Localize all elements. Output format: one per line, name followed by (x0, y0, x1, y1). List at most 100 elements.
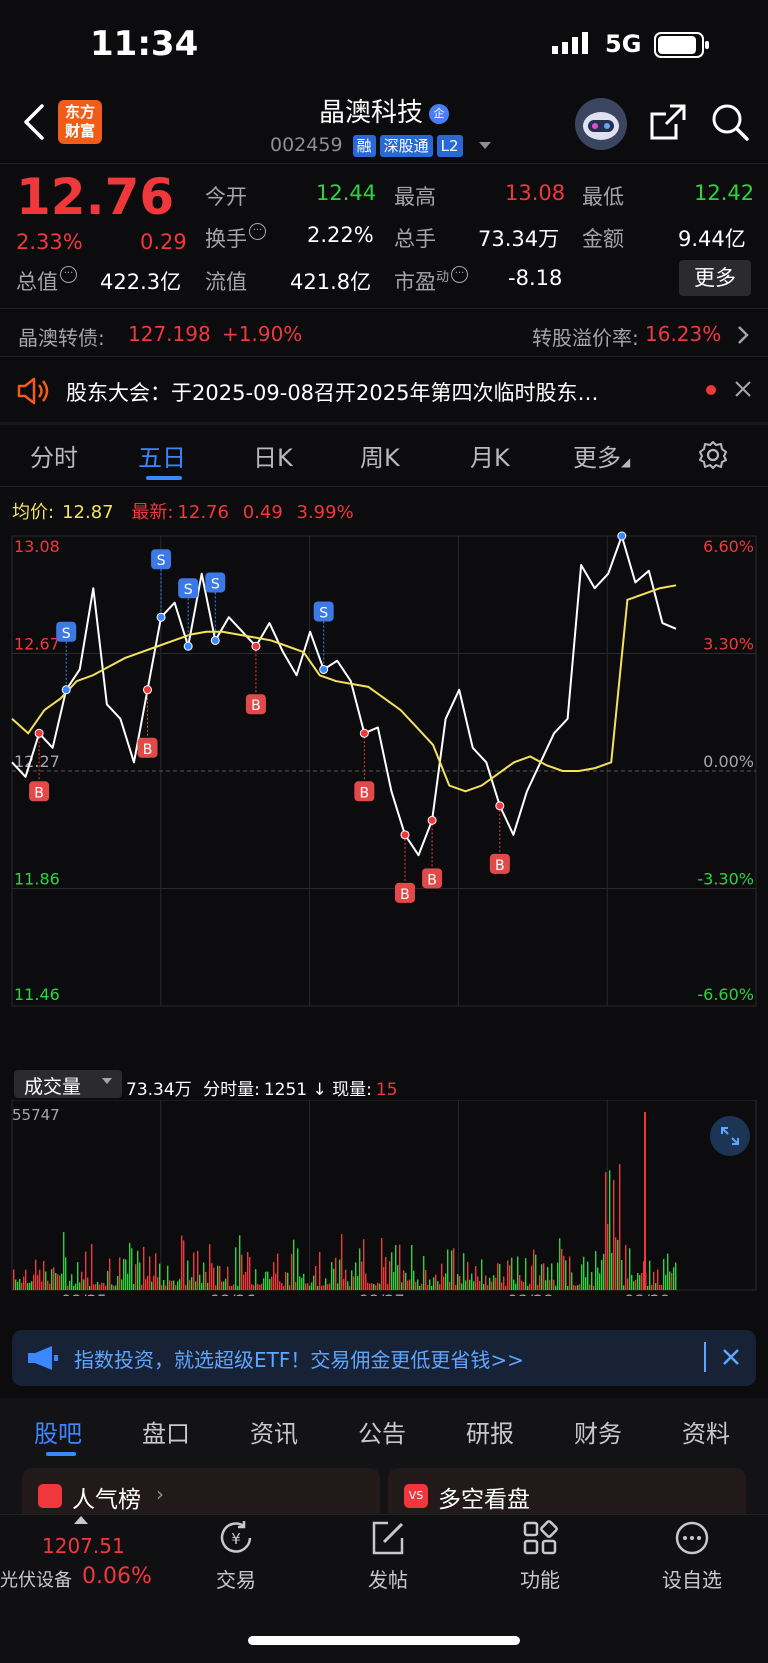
rank-icon (38, 1484, 62, 1508)
volume-bar (167, 1265, 169, 1290)
high-label: 最高 (394, 185, 436, 209)
premium-value: 16.23% (645, 322, 722, 346)
long-short-card[interactable]: VS 多空看盘 (388, 1468, 746, 1518)
svg-text:¥: ¥ (231, 1530, 241, 1548)
volume-bar (523, 1281, 525, 1290)
stock-code-row[interactable]: 002459 融深股通 L2 (270, 134, 491, 157)
tab-monthly-k[interactable]: 月K (470, 438, 510, 473)
y-right-tick: 0.00% (703, 752, 754, 771)
volume-bar (307, 1283, 309, 1290)
volume-bar (125, 1259, 127, 1290)
bond-label[interactable]: 晶澳转债: (18, 322, 105, 351)
volume-bar (635, 1279, 637, 1290)
volume-bar (499, 1263, 501, 1290)
tab-intraday[interactable]: 分时 (30, 438, 78, 473)
volume-bar (265, 1271, 267, 1290)
volume-bar (479, 1280, 481, 1290)
popularity-card[interactable]: 人气榜 › (22, 1468, 380, 1518)
more-button[interactable]: 更多 (679, 260, 751, 296)
volume-bar (21, 1282, 23, 1290)
notice-text[interactable]: 股东大会：于2025-09-08召开2025年第四次临时股东… (66, 377, 598, 407)
close-icon[interactable] (722, 1348, 740, 1370)
tab-announcements[interactable]: 公告 (358, 1414, 406, 1449)
chevron-right-icon[interactable] (736, 324, 750, 350)
volume-bar (295, 1281, 297, 1290)
network-type: 5G (605, 30, 642, 58)
volume-bar (383, 1266, 385, 1290)
nav-functions[interactable]: 功能 (490, 1518, 590, 1593)
volume-bar (373, 1283, 375, 1290)
volume-bar (243, 1274, 245, 1290)
volume-bar (279, 1281, 281, 1290)
active-tab-indicator (146, 476, 182, 480)
tab-financials[interactable]: 财务 (574, 1414, 622, 1449)
volume-bar (517, 1256, 519, 1290)
nav-add-watchlist[interactable]: 设自选 (642, 1518, 742, 1593)
volume-bar (17, 1281, 19, 1290)
y-right-tick: -3.30% (697, 870, 754, 889)
volume-bar (371, 1283, 373, 1290)
current-price: 12.76 (16, 168, 175, 226)
close-icon[interactable] (734, 380, 752, 402)
tag-connect: 深股通 (379, 135, 433, 157)
tab-research[interactable]: 研报 (466, 1414, 514, 1449)
search-icon[interactable] (710, 102, 750, 146)
volume-bar (395, 1245, 397, 1290)
volume-bar (589, 1284, 591, 1290)
tab-guba[interactable]: 股吧 (34, 1414, 82, 1449)
volume-bar (99, 1284, 101, 1290)
expand-up-icon[interactable] (74, 1516, 88, 1524)
nav-trade[interactable]: ¥ 交易 (186, 1518, 286, 1593)
volume-bar (617, 1239, 619, 1290)
volume-chart[interactable]: 08/25 08/26 08/27 08/28 08/29 (0, 1100, 768, 1296)
etf-ad-banner[interactable]: 指数投资，就选超级ETF！交易佣金更低更省钱>> (12, 1330, 756, 1386)
tab-five-day[interactable]: 五日 (138, 438, 186, 473)
volume-bar (209, 1244, 211, 1290)
volume-bar (345, 1269, 347, 1290)
volume-bar (29, 1282, 31, 1290)
volume-bar (513, 1279, 515, 1290)
volume-bar (261, 1283, 263, 1290)
tab-profile[interactable]: 资料 (682, 1414, 730, 1449)
price-chart[interactable]: 13.08 12.67 12.27 11.86 11.46 6.60% 3.30% 0.00%… (0, 530, 768, 1070)
volume-bar (493, 1275, 495, 1290)
gear-icon[interactable] (698, 440, 728, 474)
volume-bar (531, 1265, 533, 1290)
info-icon[interactable]: ··· (249, 223, 266, 240)
float-value: 421.8亿 (290, 270, 372, 294)
open-label: 今开 (205, 185, 247, 209)
sector-name[interactable]: 光伏设备 (0, 1566, 72, 1592)
volume-bar (503, 1276, 505, 1290)
volume-bar (275, 1273, 277, 1290)
volume-bar (625, 1244, 627, 1290)
volume-bar (259, 1284, 261, 1290)
volume-bar (427, 1285, 429, 1290)
info-icon[interactable]: ··· (451, 266, 469, 283)
volume-bar (573, 1285, 575, 1290)
volume-indicator-select[interactable]: 成交量 (14, 1070, 122, 1098)
amount-label: 金额 (582, 227, 624, 251)
expand-icon[interactable] (710, 1116, 750, 1156)
nav-post[interactable]: 发帖 (338, 1518, 438, 1593)
volume-bar (303, 1273, 305, 1290)
pe-label: 市盈动 ··· (394, 266, 469, 296)
tab-more[interactable]: 更多◢ (573, 438, 630, 473)
buy-marker-dot (359, 728, 369, 738)
volume-bar (79, 1282, 81, 1290)
volume-bar (459, 1276, 461, 1290)
tab-weekly-k[interactable]: 周K (360, 438, 400, 473)
tab-orderbook[interactable]: 盘口 (142, 1414, 190, 1449)
stock-code: 002459 (270, 134, 343, 156)
volume-bar (615, 1237, 617, 1290)
share-icon[interactable] (648, 102, 688, 146)
volume-bar (665, 1274, 667, 1290)
tab-news[interactable]: 资讯 (250, 1414, 298, 1449)
volume-bar (335, 1257, 337, 1290)
volume-value: 73.34万 (478, 227, 560, 251)
y-left-tick: 11.86 (14, 870, 60, 889)
robot-assistant-icon[interactable] (575, 98, 627, 150)
tab-daily-k[interactable]: 日K (253, 438, 293, 473)
info-icon[interactable]: ··· (60, 266, 77, 283)
volume-bar (633, 1281, 635, 1290)
volume-bar (321, 1285, 323, 1290)
